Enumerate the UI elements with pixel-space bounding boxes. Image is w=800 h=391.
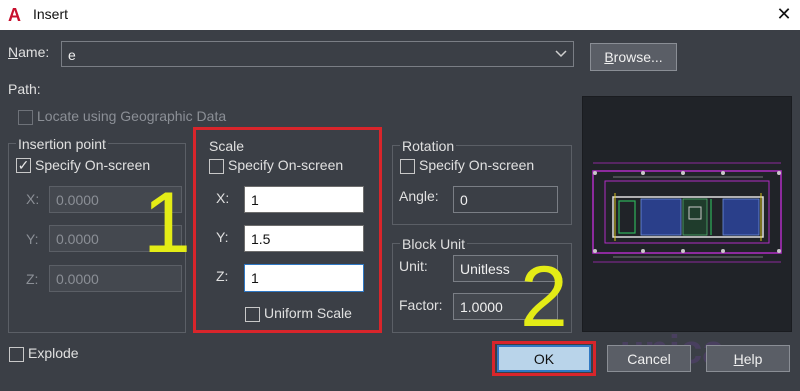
scale-y-input[interactable]: 1.5 [244, 225, 364, 252]
ok-button[interactable]: OK [497, 345, 591, 372]
scale-z-input[interactable]: 1 [244, 264, 364, 292]
insertion-specify-label: Specify On-screen [35, 157, 151, 173]
insertion-point-title: Insertion point [16, 136, 108, 152]
name-label-rest: ame: [18, 44, 50, 60]
explode-label: Explode [28, 345, 79, 361]
name-label: Name: [8, 44, 50, 60]
scale-x-input[interactable]: 1 [244, 186, 364, 213]
insertion-z-label: Z: [26, 271, 39, 287]
block-unit-title: Block Unit [400, 236, 468, 252]
geo-checkbox[interactable] [18, 110, 33, 125]
angle-label: Angle: [399, 188, 439, 204]
scale-x-label: X: [216, 190, 230, 206]
factor-label: Factor: [399, 297, 443, 313]
scale-z-label: Z: [216, 268, 229, 284]
browse-button[interactable]: Browse... [590, 43, 677, 71]
insertion-y-label: Y: [26, 231, 39, 247]
cancel-button[interactable]: Cancel [607, 345, 691, 372]
path-label: Path: [8, 81, 41, 97]
geo-label: Locate using Geographic Data [37, 108, 227, 124]
autocad-logo-icon: A [8, 5, 21, 25]
chevron-down-icon[interactable] [555, 50, 567, 58]
rotation-specify-label: Specify On-screen [419, 157, 535, 173]
uniform-scale-checkbox[interactable] [245, 307, 260, 322]
insertion-specify-checkbox[interactable]: ✓ [16, 158, 31, 173]
scale-specify-checkbox[interactable] [209, 159, 224, 174]
scale-y-label: Y: [216, 229, 229, 245]
insertion-x-label: X: [26, 191, 40, 207]
name-value: e [68, 47, 76, 63]
angle-input[interactable]: 0 [453, 186, 558, 213]
check-icon: ✓ [17, 157, 30, 173]
unit-label: Unit: [399, 258, 428, 274]
insert-dialog: A Insert ✕ Name: e Browse... Path: Locat… [0, 0, 800, 391]
scale-title: Scale [209, 138, 245, 154]
annotation-number-2: 2 [520, 249, 568, 345]
scale-specify-label: Specify On-screen [228, 157, 344, 173]
window-title: Insert [33, 6, 69, 22]
help-button[interactable]: Help [706, 345, 790, 372]
explode-checkbox[interactable] [9, 347, 24, 362]
block-preview [582, 96, 792, 332]
close-icon[interactable]: ✕ [772, 2, 796, 26]
rotation-specify-checkbox[interactable] [400, 159, 415, 174]
annotation-number-1: 1 [143, 175, 191, 271]
name-combobox[interactable]: e [61, 41, 574, 67]
title-bar: A Insert ✕ [0, 0, 800, 30]
floor-plan-preview-icon [592, 162, 782, 263]
uniform-scale-label: Uniform Scale [264, 305, 352, 321]
rotation-title: Rotation [400, 138, 457, 154]
